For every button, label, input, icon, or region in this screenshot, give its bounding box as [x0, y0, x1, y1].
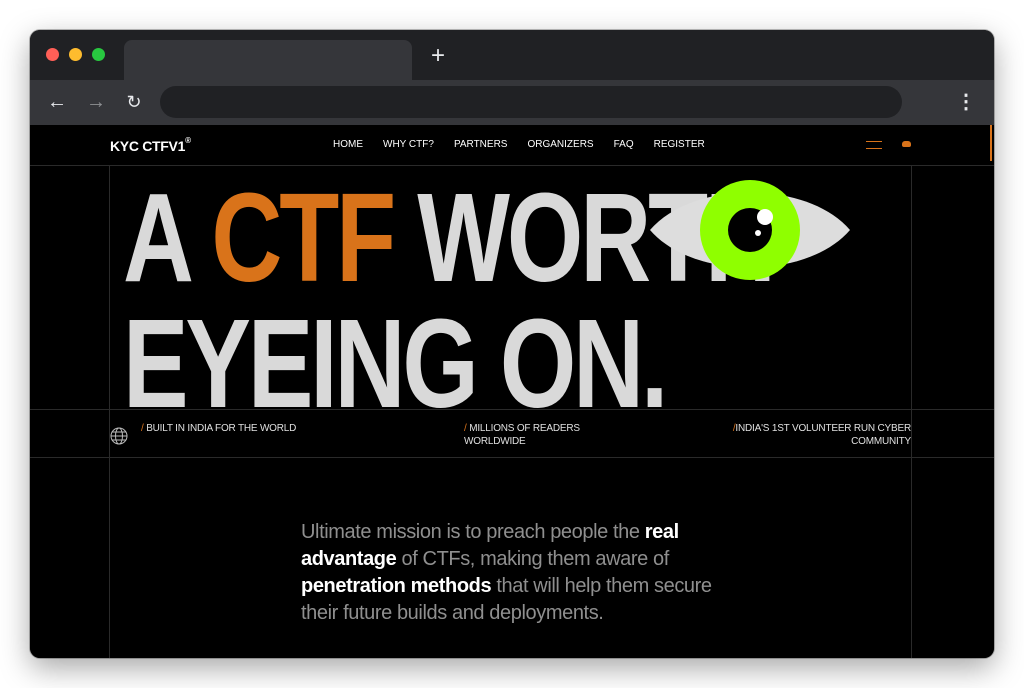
stats-bottom-divider	[30, 457, 994, 458]
mission-bold-2: penetration methods	[301, 575, 492, 597]
nav-register[interactable]: REGISTER	[654, 139, 705, 150]
mission-statement: Ultimate mission is to preach people the…	[301, 519, 731, 627]
forward-button[interactable]: →	[83, 89, 109, 115]
close-window-button[interactable]	[46, 48, 59, 61]
stat-text: BUILT IN INDIA FOR THE WORLD	[146, 423, 297, 434]
stat-text: MILLIONS OF READERS WORLDWIDE	[464, 423, 580, 447]
nav-home[interactable]: HOME	[333, 139, 363, 150]
address-bar[interactable]	[160, 86, 902, 118]
stat-slash: /	[141, 423, 144, 434]
hero-headline-line-2: EYEING ON.	[123, 293, 668, 434]
discord-icon[interactable]	[902, 141, 911, 147]
nav-organizers[interactable]: ORGANIZERS	[527, 139, 593, 150]
hero-accent-word: CTF	[211, 167, 396, 308]
menu-icon[interactable]	[866, 141, 882, 149]
maximize-window-button[interactable]	[92, 48, 105, 61]
grid-line-right	[911, 165, 912, 658]
header-divider	[30, 165, 994, 166]
nav-faq[interactable]: FAQ	[614, 139, 634, 150]
logo-mark: ®	[185, 136, 191, 146]
stat-volunteer-community: /INDIA'S 1ST VOLUNTEER RUN CYBER COMMUNI…	[730, 422, 911, 448]
browser-window: + ← → ↻ ⋮ KYC CTFV1® HOME WHY CTF? PARTN…	[30, 30, 994, 658]
grid-line-left	[109, 165, 110, 658]
logo-text: KYC CTFV1	[110, 138, 186, 154]
stat-slash: /	[464, 423, 467, 434]
stat-built-in-india: / BUILT IN INDIA FOR THE WORLD	[141, 422, 301, 435]
mission-text-2: of CTFs, making them aware of	[396, 548, 669, 570]
stat-text: INDIA'S 1ST VOLUNTEER RUN CYBER COMMUNIT…	[735, 423, 911, 447]
hero-prefix: A	[123, 167, 212, 308]
tab-bar: +	[30, 30, 994, 80]
back-button[interactable]: ←	[44, 89, 70, 115]
reload-button[interactable]: ↻	[121, 89, 147, 115]
mission-text-1: Ultimate mission is to preach people the	[301, 521, 645, 543]
stat-millions-readers: / MILLIONS OF READERS WORLDWIDE	[464, 422, 624, 448]
eye-illustration	[650, 180, 850, 280]
nav-partners[interactable]: PARTNERS	[454, 139, 508, 150]
new-tab-button[interactable]: +	[426, 44, 450, 68]
nav-why-ctf[interactable]: WHY CTF?	[383, 139, 434, 150]
web-page: KYC CTFV1® HOME WHY CTF? PARTNERS ORGANI…	[30, 125, 994, 658]
browser-toolbar: ← → ↻ ⋮	[30, 80, 994, 125]
browser-menu-button[interactable]: ⋮	[956, 89, 976, 115]
minimize-window-button[interactable]	[69, 48, 82, 61]
site-logo[interactable]: KYC CTFV1®	[110, 136, 191, 154]
main-nav: HOME WHY CTF? PARTNERS ORGANIZERS FAQ RE…	[333, 139, 725, 150]
active-tab[interactable]	[124, 40, 412, 80]
globe-icon	[110, 427, 128, 445]
scroll-indicator[interactable]	[990, 125, 992, 161]
